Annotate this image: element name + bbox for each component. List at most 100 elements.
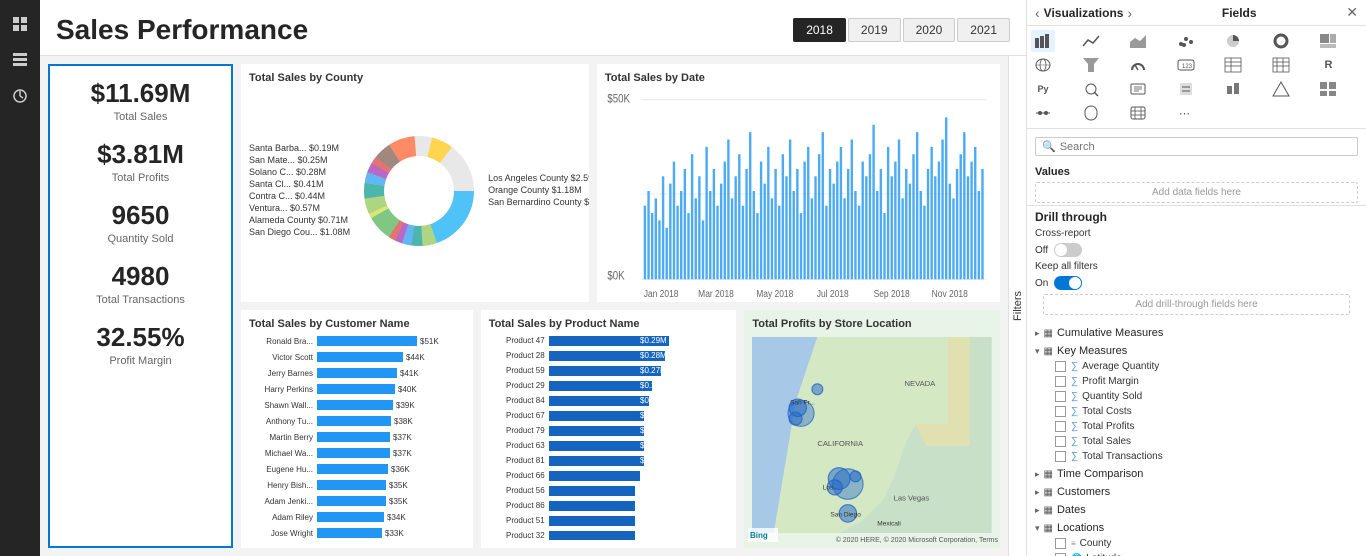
viz-icon-pie[interactable] [1221,30,1245,52]
field-checkbox[interactable] [1055,376,1066,387]
list-item: Shawn Wall... $39K [249,398,465,412]
cross-report-state: Off [1035,245,1048,256]
field-checkbox[interactable] [1055,451,1066,462]
field-checkbox[interactable] [1055,538,1066,549]
field-item[interactable]: ∑Total Profits [1027,419,1366,434]
field-item[interactable]: ∑Total Sales [1027,434,1366,449]
group-label: Time Comparison [1057,468,1143,480]
nav-icon-3[interactable] [4,80,36,112]
viz-icon-row3-4[interactable]: ⋯ [1174,102,1198,124]
viz-icon-treemap[interactable] [1316,30,1340,52]
list-item: Victor Scott $44K [249,350,465,364]
viz-icon-area[interactable] [1126,30,1150,52]
fields-group-header[interactable]: ▸ ▦ Customers [1027,484,1366,500]
page-title: Sales Performance [56,14,308,46]
svg-text:San Diego: San Diego [831,512,862,519]
list-item: Jose Wright $33K [249,526,465,540]
year-btn-2019[interactable]: 2019 [848,18,901,42]
legend-santaclara: Santa Cl... $0.41M [249,179,350,189]
viz-icon-row3-3[interactable] [1126,102,1150,124]
viz-icon-card[interactable]: 123 [1174,54,1198,76]
year-btn-2018[interactable]: 2018 [793,18,846,42]
panel-close-icon[interactable]: ✕ [1346,4,1358,21]
field-item[interactable]: ∑Total Transactions [1027,449,1366,464]
field-item[interactable]: ∑Total Costs [1027,404,1366,419]
header: Sales Performance 2018 2019 2020 2021 [40,0,1026,56]
panel-chevron-left[interactable]: ‹ [1035,5,1040,21]
field-checkbox[interactable] [1055,406,1066,417]
svg-text:Nov 2018: Nov 2018 [932,287,968,299]
kpi-profit-margin-label: Profit Margin [62,355,219,367]
kpi-total-sales-value: $11.69M [62,78,219,109]
list-item: Michael Wa... $37K [249,446,465,460]
filters-panel[interactable]: Filters [1008,56,1026,556]
field-item[interactable]: ∑Average Quantity [1027,359,1366,374]
viz-icon-bar[interactable] [1031,30,1055,52]
svg-text:$0K: $0K [607,269,625,282]
field-item[interactable]: 🌐Latitude [1027,551,1366,556]
list-item: Product 81 $0.23M [489,454,729,467]
county-donut-chart: Total Sales by County Santa Barba... $0.… [241,64,589,302]
viz-icon-line[interactable] [1079,30,1103,52]
fields-group-header[interactable]: ▾ ▦ Locations [1027,520,1366,536]
field-checkbox[interactable] [1055,436,1066,447]
panel-nav-left: ‹ Visualizations › [1035,5,1132,21]
expand-icon: ▾ [1035,346,1040,357]
expand-icon: ▸ [1035,469,1040,480]
field-checkbox[interactable] [1055,361,1066,372]
viz-icon-extra1[interactable] [1079,78,1103,100]
list-item: Ronald Bra... $51K [249,334,465,348]
viz-icon-scatter[interactable] [1174,30,1198,52]
fields-section: 🔍 Values Add data fields here Drill thro… [1027,129,1366,556]
expand-icon: ▾ [1035,523,1040,534]
viz-icon-row3-1[interactable] [1031,102,1055,124]
viz-icon-matrix[interactable] [1269,54,1293,76]
fields-search-box: 🔍 [1035,137,1358,156]
table-icon: ▦ [1044,469,1053,480]
viz-icon-extra3[interactable] [1174,78,1198,100]
viz-icon-extra2[interactable] [1126,78,1150,100]
field-item[interactable]: ∑Profit Margin [1027,374,1366,389]
list-item: Adam Riley $34K [249,510,465,524]
kpi-profit-margin-value: 32.55% [62,322,219,353]
viz-icon-donut[interactable] [1269,30,1293,52]
field-checkbox[interactable] [1055,421,1066,432]
nav-icon-2[interactable] [4,44,36,76]
cross-report-knob [1055,244,1067,256]
right-panel: ‹ Visualizations › Fields ✕ [1026,0,1366,556]
viz-icon-py[interactable]: Py [1031,78,1055,100]
fields-group-header[interactable]: ▸ ▦ Dates [1027,502,1366,518]
fields-group-header[interactable]: ▸ ▦ Time Comparison [1027,466,1366,482]
field-item[interactable]: ∑Quantity Sold [1027,389,1366,404]
viz-icon-extra5[interactable] [1269,78,1293,100]
keep-filters-toggle[interactable] [1054,276,1082,290]
customer-bars: Ronald Bra... $51KVictor Scott $44KJerry… [249,334,465,540]
map-copyright: © 2020 HERE, © 2020 Microsoft Corporatio… [836,537,998,544]
fields-group-header[interactable]: ▾ ▦ Key Measures [1027,343,1366,359]
fields-group-header[interactable]: ▸ ▦ Cumulative Measures [1027,325,1366,341]
viz-icon-extra6[interactable] [1316,78,1340,100]
nav-icon-1[interactable] [4,8,36,40]
kpi-total-transactions: 4980 Total Transactions [62,261,219,306]
viz-icon-map[interactable] [1031,54,1055,76]
viz-icon-table[interactable] [1221,54,1245,76]
search-input[interactable] [1060,141,1351,153]
list-item: Product 86 $0.21M [489,499,729,512]
year-btn-2020[interactable]: 2020 [903,18,956,42]
viz-icon-gauge[interactable] [1126,54,1150,76]
panel-chevron-right[interactable]: › [1127,5,1132,21]
year-btn-2021[interactable]: 2021 [957,18,1010,42]
cross-report-toggle[interactable] [1054,243,1082,257]
viz-icon-row3-2[interactable] [1079,102,1103,124]
kpi-profit-margin: 32.55% Profit Margin [62,322,219,367]
map-svg: NEVADA CALIFORNIA Las Vegas San Fr... Lo… [752,334,992,536]
values-drop-zone: Add data fields here [1035,182,1358,203]
viz-icon-extra4[interactable] [1221,78,1245,100]
expand-icon: ▸ [1035,487,1040,498]
field-checkbox[interactable] [1055,391,1066,402]
date-chart: Total Sales by Date $50K $0K [597,64,1000,302]
field-item[interactable]: ≡County [1027,536,1366,551]
viz-icon-funnel[interactable] [1079,54,1103,76]
viz-icon-r[interactable]: R [1316,54,1340,76]
cross-report-row: Cross-report [1035,228,1358,239]
